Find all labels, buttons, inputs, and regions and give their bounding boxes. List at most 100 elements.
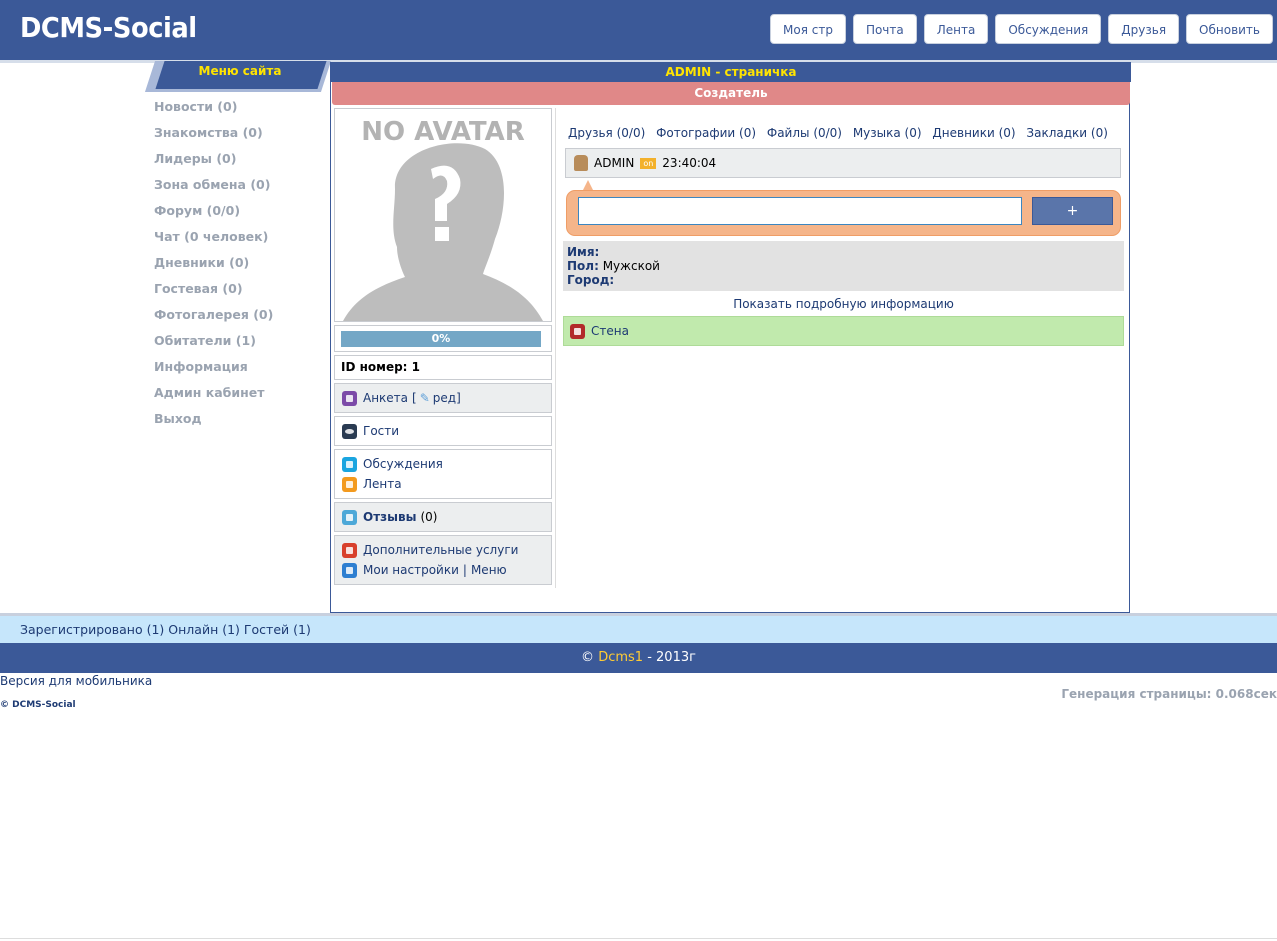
status-post-box: + [566,190,1121,236]
tab-diaries[interactable]: Дневники (0) [932,126,1015,140]
menu-link[interactable]: Меню [471,563,507,577]
rating-progress-label: 0% [431,332,451,345]
anketa-bracket-close: ] [456,391,461,405]
guests-row[interactable]: Гости [342,422,399,440]
top-header: DCMS-Social Моя стр Почта Лента Обсужден… [0,0,1277,60]
copyright-symbol: © [581,650,595,665]
menu-item-residents[interactable]: Обитатели (1) [154,332,273,358]
copyright-bar: © Dcms1 - 2013г [0,643,1277,673]
top-nav: Моя стр Почта Лента Обсуждения Друзья Об… [770,14,1273,44]
discussions-row[interactable]: Обсуждения [342,455,443,473]
site-logo[interactable]: DCMS-Social [20,11,197,44]
online-stats-bar: Зарегистрировано (1) Онлайн (1) Гостей (… [0,616,1277,643]
rss-icon [342,476,357,492]
info-city-row: Город: [567,273,1120,287]
wall-box: Стена [563,316,1124,346]
page-bottom-line [0,938,1277,939]
reviews-count: (0) [420,510,438,524]
info-name-row: Имя: [567,245,1120,259]
reviews-row[interactable]: Отзывы (0) [342,508,437,526]
profile-tabs: Друзья (0/0) Фотографии (0) Файлы (0/0) … [568,126,1115,140]
anketa-edit-link[interactable]: ред [433,391,456,405]
discussions-link[interactable]: Обсуждения [363,457,443,471]
menu-item-photogallery[interactable]: Фотогалерея (0) [154,306,273,332]
user-status-box: ADMIN on 23:40:04 [565,148,1121,178]
eye-icon [342,423,357,439]
info-gender-row: Пол: Мужской [567,259,1120,273]
tab-music[interactable]: Музыка (0) [853,126,922,140]
info-name-label: Имя: [567,245,600,259]
info-city-label: Город: [567,273,615,287]
wrench-icon [342,562,357,578]
id-number: ID номер: 1 [334,355,552,380]
nav-discussions-button[interactable]: Обсуждения [995,14,1102,44]
reviews-box: Отзывы (0) [334,502,552,532]
tab-bookmarks[interactable]: Закладки (0) [1026,126,1107,140]
reviews-icon [342,509,357,525]
nav-my-page-button[interactable]: Моя стр [770,14,846,44]
tab-files[interactable]: Файлы (0/0) [767,126,842,140]
feed-link[interactable]: Лента [363,477,402,491]
avatar-box: NO AVATAR [334,108,552,322]
status-input[interactable] [578,197,1022,225]
anketa-bracket-open: [ [412,391,417,405]
discussions-icon [342,456,357,472]
wall-row[interactable]: Стена [570,322,629,340]
small-copyright: © DCMS-Social [0,700,76,710]
tab-photos[interactable]: Фотографии (0) [656,126,756,140]
show-more-info-link[interactable]: Показать подробную информацию [563,293,1124,315]
status-username[interactable]: ADMIN [594,156,634,170]
menu-item-information[interactable]: Информация [154,358,273,384]
menu-item-guestbook[interactable]: Гостевая (0) [154,280,273,306]
nav-mail-button[interactable]: Почта [852,14,917,44]
tab-friends[interactable]: Друзья (0/0) [568,126,645,140]
guests-box: Гости [334,416,552,446]
anketa-icon [342,390,357,406]
wall-icon [570,323,585,339]
nav-feed-button[interactable]: Лента [923,14,989,44]
menu-title: Меню сайта [198,64,282,78]
reviews-link[interactable]: Отзывы [363,510,416,524]
post-submit-button[interactable]: + [1032,197,1113,225]
wall-link[interactable]: Стена [591,324,629,338]
services-icon [342,542,357,558]
menu-item-exchange[interactable]: Зона обмена (0) [154,176,273,202]
nav-friends-button[interactable]: Друзья [1108,14,1180,44]
settings-box: Дополнительные услуги Мои настройки | Ме… [334,535,552,585]
feed-row[interactable]: Лента [342,475,402,493]
anketa-link[interactable]: Анкета [363,391,408,405]
guests-link[interactable]: Гости [363,424,399,438]
copyright-brand-link[interactable]: Dcms1 [598,650,643,665]
nav-refresh-button[interactable]: Обновить [1186,14,1273,44]
my-settings-link[interactable]: Мои настройки [363,563,459,577]
rating-progress-box: 0% [334,325,552,352]
info-gender-label: Пол: [567,259,599,273]
menu-item-dating[interactable]: Знакомства (0) [154,124,273,150]
settings-row: Мои настройки | Меню [342,561,507,579]
profile-panel: ADMIN - страничка Создатель NO AVATAR 0%… [330,62,1131,613]
activity-box: Обсуждения Лента [334,449,552,499]
menu-item-chat[interactable]: Чат (0 человек) [154,228,273,254]
anketa-box: Анкета [ ✎ ред ] [334,383,552,413]
user-status-line: ADMIN on 23:40:04 [574,155,716,171]
settings-separator: | [462,563,467,577]
info-gender-value: Мужской [602,259,660,273]
menu-item-admin-cabinet[interactable]: Админ кабинет [154,384,273,410]
online-badge: on [640,157,657,169]
extra-services-row[interactable]: Дополнительные услуги [342,541,518,559]
pencil-icon: ✎ [419,391,430,405]
menu-item-forum[interactable]: Форум (0/0) [154,202,273,228]
mobile-version-link[interactable]: Версия для мобильника [0,673,152,689]
status-time: 23:40:04 [662,156,717,170]
page-title: ADMIN - страничка [331,62,1131,82]
menu-item-logout[interactable]: Выход [154,410,273,436]
copyright-year: - 2013г [647,650,696,665]
site-menu: Новости (0) Знакомства (0) Лидеры (0) Зо… [154,98,273,436]
extra-services-link[interactable]: Дополнительные услуги [363,543,518,557]
menu-item-news[interactable]: Новости (0) [154,98,273,124]
rating-progress-bar: 0% [341,331,541,347]
menu-item-leaders[interactable]: Лидеры (0) [154,150,273,176]
online-stats[interactable]: Зарегистрировано (1) Онлайн (1) Гостей (… [20,622,311,637]
menu-item-diaries[interactable]: Дневники (0) [154,254,273,280]
avatar-placeholder-icon [343,143,543,321]
